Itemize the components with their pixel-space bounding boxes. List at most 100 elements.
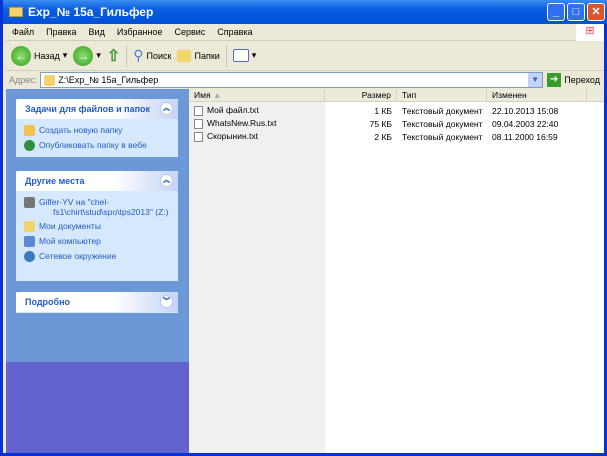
file-row[interactable]: WhatsNew.Rus.txt 75 КБ Текстовый докумен… xyxy=(189,117,604,130)
go-button[interactable]: ➔ Переход xyxy=(543,73,604,87)
network-drive-link[interactable]: Gilfer-YV на "chel-fs1\chirt\stud\spo\tp… xyxy=(16,195,178,219)
back-label: Назад xyxy=(34,50,60,61)
details-panel: Подробно ︾ xyxy=(16,292,178,313)
dropdown-arrow-icon: ▾ xyxy=(251,50,257,60)
tasks-panel-title: Задачи для файлов и папок xyxy=(25,104,151,114)
menu-file[interactable]: Файл xyxy=(6,27,40,37)
file-name-cell: Мой файл.txt xyxy=(189,105,325,116)
task-pane: Задачи для файлов и папок ︽ Создать новую… xyxy=(6,89,189,453)
back-arrow-icon: ← xyxy=(11,45,31,66)
column-headers: Имя ▲ Размер Тип Изменен xyxy=(189,89,604,102)
sorted-column-highlight xyxy=(189,89,325,453)
column-label: Имя xyxy=(194,90,211,100)
link-label: Мой компьютер xyxy=(39,236,101,246)
back-button[interactable]: ← Назад ▾ xyxy=(11,45,68,66)
forward-arrow-icon: → xyxy=(73,45,94,66)
file-modified: 09.04.2003 22:40 xyxy=(492,118,559,129)
folder-icon xyxy=(44,74,56,86)
details-header[interactable]: Подробно ︾ xyxy=(16,292,178,312)
sort-ascending-icon: ▲ xyxy=(212,90,222,100)
address-dropdown-button[interactable]: ▼ xyxy=(528,73,543,87)
publish-web-link[interactable]: Опубликовать папку в вебе xyxy=(16,138,178,153)
go-arrow-icon: ➔ xyxy=(547,73,562,87)
file-name: Скорынин.txt xyxy=(207,131,258,142)
file-size: 1 КБ xyxy=(374,105,392,116)
separator xyxy=(225,44,227,67)
search-button[interactable]: ⚲ Поиск xyxy=(133,47,171,64)
column-size[interactable]: Размер xyxy=(325,89,397,102)
close-button[interactable]: ✕ xyxy=(587,3,605,21)
up-folder-button[interactable]: ⇧ xyxy=(107,46,120,66)
address-value: Z:\Exp_№ 15a_Гильфер xyxy=(58,75,159,85)
maximize-button[interactable]: □ xyxy=(567,3,585,21)
file-size: 2 КБ xyxy=(374,131,392,142)
column-name[interactable]: Имя ▲ xyxy=(189,89,325,102)
link-label: Сетевое окружение xyxy=(39,251,117,261)
file-type: Текстовый документ xyxy=(402,118,483,129)
link-label: Gilfer-YV на "chel-fs1\chirt\stud\spo\tp… xyxy=(39,197,169,217)
folders-button[interactable]: Папки xyxy=(177,49,220,62)
menu-edit[interactable]: Правка xyxy=(40,27,82,37)
file-name: WhatsNew.Rus.txt xyxy=(207,118,277,129)
menu-bar: Файл Правка Вид Избранное Сервис Справка… xyxy=(6,24,604,41)
globe-icon xyxy=(24,140,35,151)
address-input[interactable]: Z:\Exp_№ 15a_Гильфер ▼ xyxy=(40,72,544,88)
explorer-window: Exp_№ 15a_Гильфер _ □ ✕ Файл Правка Вид … xyxy=(0,0,607,456)
tasks-panel: Задачи для файлов и папок ︽ Создать новую… xyxy=(16,99,178,157)
search-label: Поиск xyxy=(146,50,172,61)
file-row[interactable]: Скорынин.txt 2 КБ Текстовый документ 08.… xyxy=(189,130,604,143)
link-label: Опубликовать папку в вебе xyxy=(39,140,147,150)
new-folder-link[interactable]: Создать новую папку xyxy=(16,123,178,138)
file-row[interactable]: Мой файл.txt 1 КБ Текстовый документ 22.… xyxy=(189,104,604,117)
network-places-link[interactable]: Сетевое окружение xyxy=(16,249,178,264)
dropdown-arrow-icon[interactable]: ▾ xyxy=(63,50,68,61)
file-name-cell: WhatsNew.Rus.txt xyxy=(189,118,325,129)
column-modified[interactable]: Изменен xyxy=(487,89,587,102)
collapse-icon[interactable]: ︽ xyxy=(160,174,173,187)
file-name: Мой файл.txt xyxy=(207,105,259,116)
address-bar: Адрес: Z:\Exp_№ 15a_Гильфер ▼ ➔ Переход xyxy=(6,71,604,89)
text-file-icon xyxy=(194,105,203,116)
menu-favorites[interactable]: Избранное xyxy=(111,27,169,37)
menu-help[interactable]: Справка xyxy=(211,27,258,37)
other-places-header[interactable]: Другие места ︽ xyxy=(16,171,178,191)
my-documents-icon xyxy=(24,221,35,232)
details-title: Подробно xyxy=(25,297,71,307)
my-documents-link[interactable]: Мои документы xyxy=(16,219,178,234)
tasks-panel-header[interactable]: Задачи для файлов и папок ︽ xyxy=(16,99,178,119)
toolbar: ← Назад ▾ → ▾ ⇧ ⚲ Поиск Папки ▾ xyxy=(6,41,604,71)
file-name-cell: Скорынин.txt xyxy=(189,131,325,142)
file-type: Текстовый документ xyxy=(402,105,483,116)
my-computer-link[interactable]: Мой компьютер xyxy=(16,234,178,249)
link-label: Мои документы xyxy=(39,221,101,231)
file-type: Текстовый документ xyxy=(402,131,483,142)
file-modified: 22.10.2013 15:08 xyxy=(492,105,559,116)
network-drive-icon xyxy=(24,197,35,208)
other-places-title: Другие места xyxy=(25,176,85,186)
collapse-icon[interactable]: ︽ xyxy=(160,102,173,115)
title-bar: Exp_№ 15a_Гильфер _ □ ✕ xyxy=(3,0,607,24)
views-button[interactable]: ▾ xyxy=(232,49,257,62)
window-title: Exp_№ 15a_Гильфер xyxy=(28,5,154,19)
forward-button[interactable]: → ▾ xyxy=(73,45,101,66)
folders-label: Папки xyxy=(194,50,220,61)
menu-tools[interactable]: Сервис xyxy=(168,27,211,37)
task-pane-bottom xyxy=(6,362,189,453)
expand-icon[interactable]: ︾ xyxy=(160,295,173,308)
views-icon xyxy=(232,49,249,62)
network-places-icon xyxy=(24,251,35,262)
go-label: Переход xyxy=(564,75,600,85)
dropdown-arrow-icon[interactable]: ▾ xyxy=(96,50,101,61)
file-list: Имя ▲ Размер Тип Изменен Мой файл.txt 1 … xyxy=(189,89,604,453)
separator xyxy=(126,44,128,67)
file-modified: 08.11.2000 16:59 xyxy=(492,131,558,142)
folder-icon xyxy=(9,7,23,17)
column-type[interactable]: Тип xyxy=(397,89,487,102)
link-label: Создать новую папку xyxy=(39,125,123,135)
windows-logo-icon: ⊞ xyxy=(576,24,604,41)
text-file-icon xyxy=(194,131,203,142)
my-computer-icon xyxy=(24,236,35,247)
new-folder-icon xyxy=(24,125,35,136)
menu-view[interactable]: Вид xyxy=(83,27,111,37)
minimize-button[interactable]: _ xyxy=(547,3,565,21)
